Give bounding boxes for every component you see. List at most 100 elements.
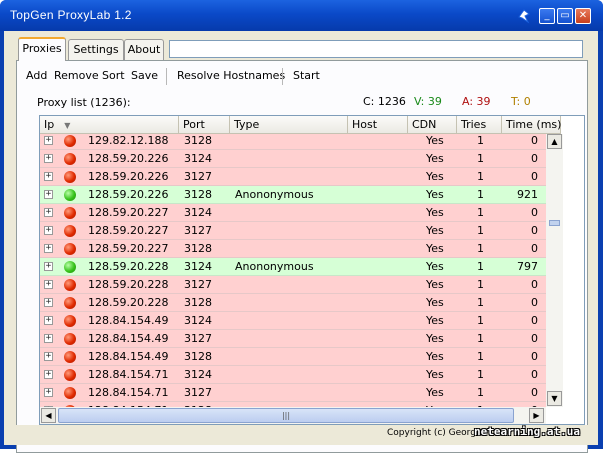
cell-type: Anononymous: [235, 188, 314, 201]
horizontal-scroll-thumb[interactable]: |||: [58, 408, 514, 423]
plus-expander-icon[interactable]: +: [44, 280, 53, 289]
tab-about[interactable]: About: [124, 39, 164, 60]
scroll-right-icon[interactable]: ▶: [529, 408, 544, 423]
plus-expander-icon[interactable]: +: [44, 136, 53, 145]
table-row[interactable]: +128.84.154.71 3127 Yes 1 0: [40, 384, 546, 402]
red-status-dot-icon: [64, 333, 76, 345]
table-row[interactable]: +128.59.20.228 3127 Yes 1 0: [40, 276, 546, 294]
close-button[interactable]: ✕: [575, 8, 591, 24]
table-row[interactable]: +128.84.154.49 3128 Yes 1 0: [40, 348, 546, 366]
cell-time: 0: [531, 278, 538, 291]
cell-port: 3127: [184, 332, 212, 345]
cell-port: 3128: [184, 134, 212, 147]
cell-cdn: Yes: [426, 134, 444, 147]
cell-ip: 129.82.12.188: [88, 134, 169, 147]
plus-expander-icon[interactable]: +: [44, 262, 53, 271]
red-status-dot-icon: [64, 297, 76, 309]
cell-time: 0: [531, 170, 538, 183]
green-status-dot-icon: [64, 189, 76, 201]
save-button[interactable]: Save: [131, 66, 158, 86]
plus-expander-icon[interactable]: +: [44, 352, 53, 361]
cell-time: 921: [517, 188, 538, 201]
sort-button[interactable]: Sort: [102, 66, 125, 86]
red-status-dot-icon: [64, 279, 76, 291]
red-status-dot-icon: [64, 171, 76, 183]
minimize-button[interactable]: _: [539, 8, 555, 24]
cell-cdn: Yes: [426, 170, 444, 183]
column-header-port[interactable]: Port: [179, 116, 230, 134]
cell-tries: 1: [477, 314, 484, 327]
plus-expander-icon[interactable]: +: [44, 316, 53, 325]
table-row[interactable]: +128.84.154.49 3124 Yes 1 0: [40, 312, 546, 330]
proxy-list-label: Proxy list (1236):: [37, 96, 131, 109]
cell-tries: 1: [477, 206, 484, 219]
app-menu-icon[interactable]: [516, 8, 532, 24]
cell-time: 0: [531, 296, 538, 309]
column-header-time[interactable]: Time (ms): [502, 116, 561, 134]
scroll-left-icon[interactable]: ◀: [41, 408, 56, 423]
cell-tries: 1: [477, 368, 484, 381]
start-button[interactable]: Start: [293, 66, 320, 86]
table-row[interactable]: +129.82.12.188 3128 Yes 1 0: [40, 134, 546, 150]
table-row[interactable]: +128.59.20.227 3124 Yes 1 0: [40, 204, 546, 222]
plus-expander-icon[interactable]: +: [44, 244, 53, 253]
cell-ip: 128.84.154.71: [88, 368, 169, 381]
plus-expander-icon[interactable]: +: [44, 370, 53, 379]
plus-expander-icon[interactable]: +: [44, 190, 53, 199]
resolve-hostnames-button[interactable]: Resolve Hostnames: [177, 66, 285, 86]
red-status-dot-icon: [64, 351, 76, 363]
plus-expander-icon[interactable]: +: [44, 172, 53, 181]
footer: Copyright (c) Georg netearning.at.ua: [4, 425, 598, 445]
plus-expander-icon[interactable]: +: [44, 388, 53, 397]
cell-port: 3128: [184, 296, 212, 309]
tab-proxies[interactable]: Proxies: [18, 37, 66, 61]
table-row[interactable]: +128.59.20.226 3128 Anononymous Yes 1 921: [40, 186, 546, 204]
cell-cdn: Yes: [426, 350, 444, 363]
cell-tries: 1: [477, 350, 484, 363]
red-status-dot-icon: [64, 387, 76, 399]
horizontal-scrollbar[interactable]: ◀ ||| ▶: [40, 407, 546, 424]
copyright-text: Copyright (c) Georg: [387, 428, 476, 438]
table-row[interactable]: +128.59.20.228 3128 Yes 1 0: [40, 294, 546, 312]
scroll-up-icon[interactable]: ▲: [547, 134, 562, 149]
column-header-type[interactable]: Type: [230, 116, 348, 134]
cell-tries: 1: [477, 188, 484, 201]
cell-ip: 128.59.20.227: [88, 242, 169, 255]
cell-tries: 1: [477, 224, 484, 237]
plus-expander-icon[interactable]: +: [44, 298, 53, 307]
top-text-field[interactable]: [169, 40, 583, 58]
table-row[interactable]: +128.59.20.227 3128 Yes 1 0: [40, 240, 546, 258]
table-row[interactable]: +128.59.20.227 3127 Yes 1 0: [40, 222, 546, 240]
plus-expander-icon[interactable]: +: [44, 154, 53, 163]
cell-tries: 1: [477, 134, 484, 147]
vertical-scrollbar[interactable]: ▲ ▼: [546, 134, 563, 407]
cell-cdn: Yes: [426, 386, 444, 399]
table-body: +129.82.12.188 3128 Yes 1 0 +128.59.20.226 312…: [40, 134, 546, 407]
table-row[interactable]: +128.59.20.226 3127 Yes 1 0: [40, 168, 546, 186]
scroll-down-icon[interactable]: ▼: [547, 391, 562, 406]
cell-type: Anononymous: [235, 260, 314, 273]
table-row[interactable]: +128.59.20.226 3124 Yes 1 0: [40, 150, 546, 168]
table-row[interactable]: +128.84.154.49 3127 Yes 1 0: [40, 330, 546, 348]
vertical-scroll-thumb[interactable]: [549, 220, 560, 226]
title-bar[interactable]: TopGen ProxyLab 1.2 _ ▭ ✕: [0, 0, 603, 31]
cell-cdn: Yes: [426, 314, 444, 327]
cell-cdn: Yes: [426, 206, 444, 219]
cell-port: 3128: [184, 350, 212, 363]
column-header-cdn[interactable]: CDN: [408, 116, 457, 134]
plus-expander-icon[interactable]: +: [44, 208, 53, 217]
plus-expander-icon[interactable]: +: [44, 334, 53, 343]
plus-expander-icon[interactable]: +: [44, 226, 53, 235]
cell-ip: 128.59.20.226: [88, 170, 169, 183]
column-header-host[interactable]: Host: [348, 116, 408, 134]
remove-button[interactable]: Remove: [54, 66, 99, 86]
maximize-button[interactable]: ▭: [557, 8, 573, 24]
add-button[interactable]: Add: [26, 66, 47, 86]
table-row[interactable]: +128.84.154.71 3124 Yes 1 0: [40, 366, 546, 384]
table-row[interactable]: +128.59.20.228 3124 Anononymous Yes 1 797: [40, 258, 546, 276]
column-header-tries[interactable]: Tries: [457, 116, 502, 134]
cell-ip: 128.84.154.49: [88, 332, 169, 345]
column-header-ip[interactable]: Ip ▼: [40, 116, 179, 134]
cell-ip: 128.84.154.49: [88, 314, 169, 327]
tab-settings[interactable]: Settings: [68, 39, 124, 60]
